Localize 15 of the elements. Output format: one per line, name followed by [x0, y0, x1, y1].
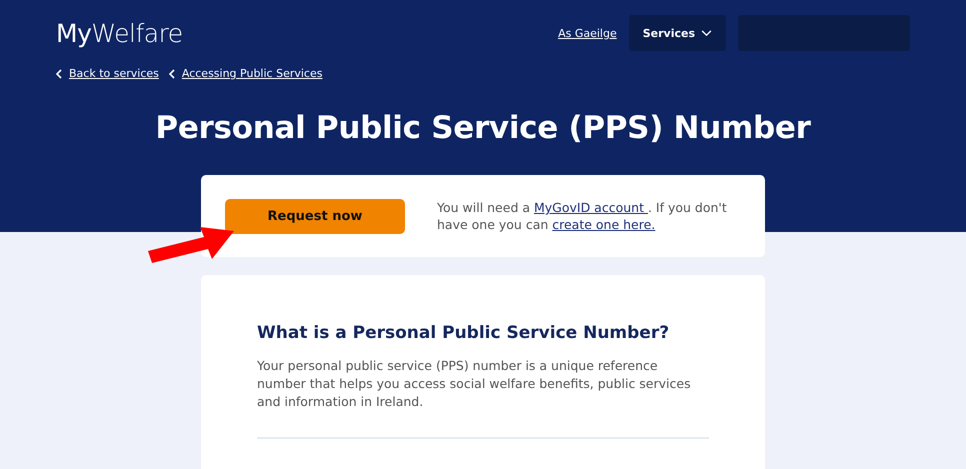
request-now-button[interactable]: Request now	[225, 198, 405, 234]
breadcrumb-link[interactable]: Back to services	[69, 67, 159, 80]
chevron-left-icon	[168, 68, 175, 78]
language-link[interactable]: As Gaeilge	[558, 26, 617, 40]
info-paragraph: Your personal public service (PPS) number is a unique reference number that helps you access social welfare benefits, public services and information in Ireland.	[257, 357, 692, 411]
account-note: You will need a MyGovID account . If you don't have one you can create one here.	[437, 199, 728, 233]
mygovid-link[interactable]: MyGovID account	[534, 200, 648, 215]
page-title: Personal Public Service (PPS) Number	[154, 110, 812, 146]
chevron-left-icon	[56, 68, 62, 78]
services-menu-button[interactable]: Services	[628, 15, 726, 51]
site-logo[interactable]: MyWelfare	[56, 18, 183, 48]
chevron-icon	[701, 30, 712, 36]
section-heading: What is a Personal Public Service Number?	[257, 323, 670, 343]
create-account-link[interactable]: create one here.	[552, 217, 656, 232]
breadcrumb-link[interactable]: Accessing Public Services	[182, 67, 322, 80]
